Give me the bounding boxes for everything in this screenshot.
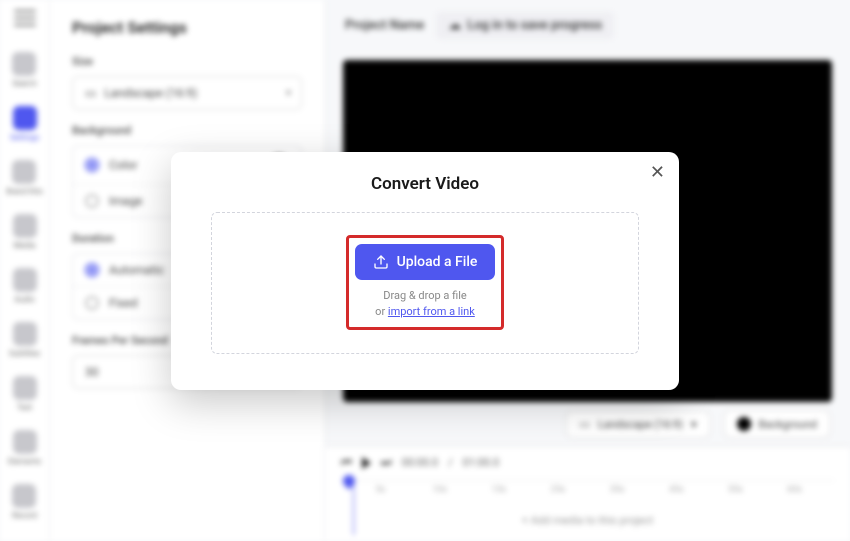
- convert-video-modal: ✕ Convert Video Upload a File Drag & dro…: [171, 152, 679, 390]
- upload-file-button[interactable]: Upload a File: [355, 244, 496, 280]
- close-icon: ✕: [650, 162, 665, 183]
- highlight-box: Upload a File Drag & drop a file or impo…: [346, 235, 505, 330]
- modal-overlay: ✕ Convert Video Upload a File Drag & dro…: [0, 0, 850, 541]
- upload-icon: [373, 254, 389, 270]
- import-link[interactable]: import from a link: [388, 305, 475, 318]
- close-button[interactable]: ✕: [650, 164, 665, 182]
- modal-title: Convert Video: [191, 174, 659, 194]
- upload-dropzone[interactable]: Upload a File Drag & drop a file or impo…: [211, 212, 639, 354]
- upload-hint: Drag & drop a file or import from a link: [375, 288, 475, 319]
